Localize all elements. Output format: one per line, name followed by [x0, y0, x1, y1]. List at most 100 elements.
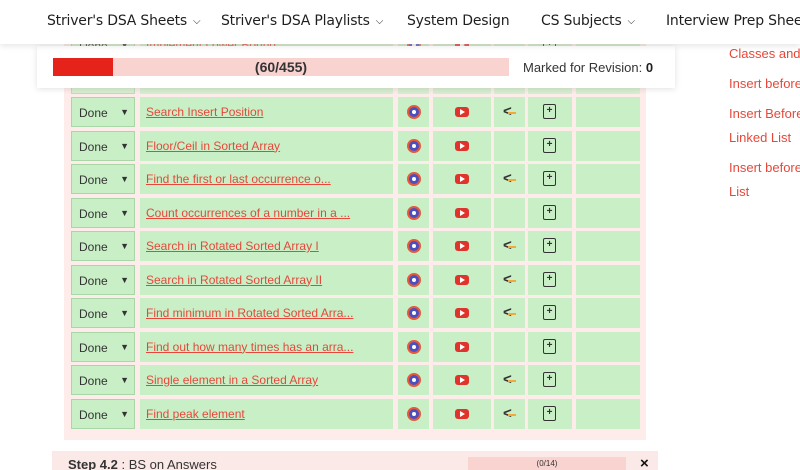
related-link[interactable]: Linked List	[729, 126, 800, 150]
codingninjas-icon[interactable]	[407, 339, 421, 354]
youtube-cell	[433, 264, 491, 295]
nav-dsa-sheets[interactable]: Striver's DSA Sheets ⌵	[47, 13, 201, 29]
step-header[interactable]: Step 4.2 : BS on Answers (0/14) ×	[52, 451, 658, 470]
problem-title-cell: Search in Rotated Sorted Array II	[140, 264, 393, 295]
status-dropdown[interactable]: Done ▼	[71, 331, 135, 362]
revision-cell[interactable]	[576, 130, 640, 161]
note-plus-icon[interactable]: +	[543, 372, 556, 387]
revision-cell[interactable]	[576, 197, 640, 228]
codingninjas-icon[interactable]	[407, 138, 421, 153]
status-dropdown[interactable]: Done ▼	[71, 298, 135, 328]
codingninjas-icon[interactable]	[407, 239, 421, 253]
leetcode-cell: <	[494, 231, 525, 261]
problem-link[interactable]: Count occurrences of a number in a ...	[146, 206, 350, 220]
revision-cell[interactable]	[576, 164, 640, 194]
leetcode-icon[interactable]: <	[503, 405, 516, 422]
codingninjas-icon[interactable]	[407, 172, 421, 186]
leetcode-icon[interactable]: <	[503, 170, 516, 187]
revision-cell[interactable]	[576, 298, 640, 328]
note-plus-icon[interactable]: +	[543, 104, 556, 119]
step-separator: :	[117, 457, 129, 470]
youtube-icon[interactable]	[455, 375, 469, 385]
note-cell: +	[528, 264, 572, 295]
codingninjas-icon[interactable]	[407, 306, 421, 320]
leetcode-cell	[494, 331, 525, 362]
status-value: Done	[79, 173, 108, 187]
problem-link[interactable]: Find out how many times has an arra...	[146, 340, 353, 354]
problem-row: Done ▼ Find peak element < +	[71, 398, 641, 429]
problem-row: Done ▼ Search in Rotated Sorted Array I < +	[71, 231, 641, 261]
problem-link[interactable]: Search Insert Position	[146, 105, 263, 119]
close-icon[interactable]: ×	[640, 455, 649, 470]
note-plus-icon[interactable]: +	[543, 204, 556, 220]
nav-system-design[interactable]: System Design	[407, 13, 510, 29]
status-dropdown[interactable]: Done ▼	[71, 164, 135, 194]
codingninjas-icon[interactable]	[407, 205, 421, 220]
youtube-icon[interactable]	[455, 341, 469, 352]
note-plus-icon[interactable]: +	[543, 238, 556, 253]
problem-link[interactable]: Find the first or last occurrence o...	[146, 172, 331, 186]
note-cell: +	[528, 298, 572, 328]
nav-dsa-playlists[interactable]: Striver's DSA Playlists ⌵	[221, 13, 383, 29]
youtube-icon[interactable]	[455, 174, 469, 184]
note-cell: +	[528, 398, 572, 429]
leetcode-icon[interactable]: <	[503, 271, 516, 288]
problem-title-cell: Find minimum in Rotated Sorted Arra...	[140, 298, 393, 328]
codingninjas-icon[interactable]	[407, 406, 421, 421]
note-plus-icon[interactable]: +	[543, 405, 556, 421]
note-plus-icon[interactable]: +	[543, 338, 556, 354]
related-link[interactable]: List	[729, 180, 800, 204]
related-link[interactable]: Insert Before	[729, 102, 800, 126]
related-link[interactable]: Insert before	[729, 72, 800, 96]
related-link[interactable]: Insert before	[729, 156, 800, 180]
problem-link[interactable]: Find minimum in Rotated Sorted Arra...	[146, 306, 353, 320]
nav-cs-subjects[interactable]: CS Subjects ⌵	[541, 13, 635, 29]
revision-cell[interactable]	[576, 97, 640, 127]
codingninjas-cell	[398, 298, 429, 328]
revision-cell[interactable]	[576, 264, 640, 295]
youtube-cell	[433, 130, 491, 161]
status-dropdown[interactable]: Done ▼	[71, 197, 135, 228]
note-plus-icon[interactable]: +	[543, 305, 556, 320]
codingninjas-icon[interactable]	[407, 272, 421, 287]
status-dropdown[interactable]: Done ▼	[71, 365, 135, 395]
related-link[interactable]: Classes and	[729, 42, 800, 66]
youtube-icon[interactable]	[455, 207, 469, 218]
problem-link[interactable]: Single element in a Sorted Array	[146, 373, 318, 387]
problem-link[interactable]: Floor/Ceil in Sorted Array	[146, 139, 280, 153]
step-name: BS on Answers	[128, 457, 217, 470]
note-plus-icon[interactable]: +	[543, 137, 556, 153]
status-dropdown[interactable]: Done ▼	[71, 264, 135, 295]
nav-interview-prep[interactable]: Interview Prep Sheets⌵	[666, 13, 800, 29]
status-dropdown[interactable]: Done ▼	[71, 231, 135, 261]
revision-cell[interactable]	[576, 331, 640, 362]
youtube-icon[interactable]	[455, 241, 469, 251]
leetcode-icon[interactable]: <	[503, 103, 516, 120]
codingninjas-icon[interactable]	[407, 373, 421, 387]
revision-cell[interactable]	[576, 365, 640, 395]
revision-label: Marked for Revision:	[523, 60, 643, 75]
status-value: Done	[79, 273, 108, 288]
leetcode-icon[interactable]: <	[503, 304, 516, 321]
status-dropdown[interactable]: Done ▼	[71, 398, 135, 429]
leetcode-icon[interactable]: <	[503, 371, 516, 388]
status-dropdown[interactable]: Done ▼	[71, 130, 135, 161]
revision-cell[interactable]	[576, 398, 640, 429]
revision-cell[interactable]	[576, 231, 640, 261]
codingninjas-icon[interactable]	[407, 105, 421, 119]
youtube-icon[interactable]	[455, 274, 469, 285]
problem-link[interactable]: Search in Rotated Sorted Array II	[146, 273, 322, 287]
status-dropdown[interactable]: Done ▼	[71, 97, 135, 127]
top-navigation: Striver's DSA Sheets ⌵ Striver's DSA Play…	[0, 0, 800, 44]
note-plus-icon[interactable]: +	[543, 271, 556, 287]
problem-title-cell: Find the first or last occurrence o...	[140, 164, 393, 194]
note-plus-icon[interactable]: +	[543, 171, 556, 186]
youtube-icon[interactable]	[455, 107, 469, 117]
youtube-icon[interactable]	[455, 140, 469, 151]
chevron-down-icon: ▼	[120, 408, 129, 419]
youtube-icon[interactable]	[455, 408, 469, 419]
leetcode-icon[interactable]: <	[503, 237, 516, 254]
problem-link[interactable]: Search in Rotated Sorted Array I	[146, 239, 319, 253]
youtube-icon[interactable]	[455, 308, 469, 318]
problem-link[interactable]: Find peak element	[146, 407, 245, 421]
